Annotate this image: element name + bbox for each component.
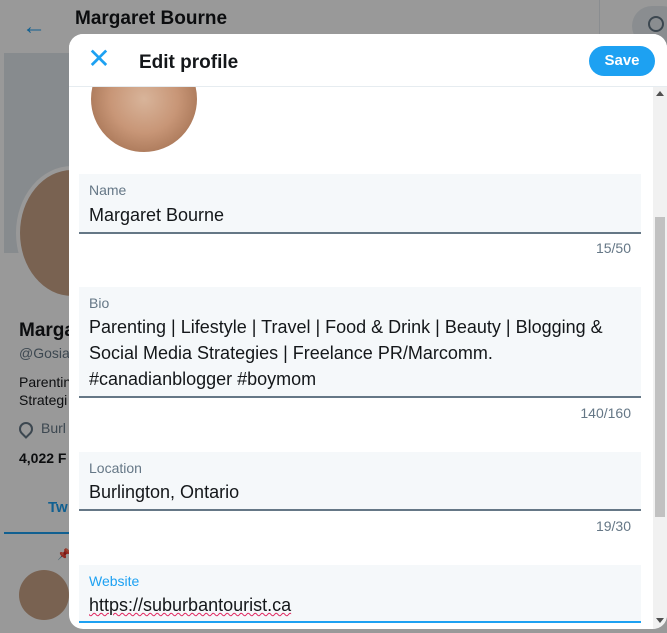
- scrollbar-thumb[interactable]: [655, 217, 665, 517]
- modal-body: Name Margaret Bourne 15/50 Bio Parenting…: [69, 87, 653, 629]
- bio-field[interactable]: Bio Parenting | Lifestyle | Travel | Foo…: [79, 287, 641, 398]
- scrollbar[interactable]: [653, 87, 667, 629]
- save-button[interactable]: Save: [589, 46, 655, 76]
- scroll-down-arrow-icon[interactable]: [656, 618, 664, 623]
- bio-label: Bio: [89, 295, 110, 311]
- location-input[interactable]: Burlington, Ontario: [89, 479, 239, 505]
- location-label: Location: [89, 460, 142, 476]
- website-field[interactable]: Website https://suburbantourist.ca: [79, 565, 641, 623]
- modal-header: ✕ Edit profile Save: [69, 34, 667, 87]
- name-field[interactable]: Name Margaret Bourne: [79, 174, 641, 234]
- scroll-up-arrow-icon[interactable]: [656, 91, 664, 96]
- name-input[interactable]: Margaret Bourne: [89, 202, 224, 228]
- website-input[interactable]: https://suburbantourist.ca: [89, 592, 291, 618]
- profile-avatar[interactable]: [88, 87, 200, 155]
- location-counter: 19/30: [595, 518, 631, 534]
- location-field[interactable]: Location Burlington, Ontario: [79, 452, 641, 511]
- bio-counter: 140/160: [580, 405, 631, 421]
- modal-title: Edit profile: [139, 52, 239, 73]
- name-label: Name: [89, 182, 127, 198]
- edit-profile-modal: ✕ Edit profile Save Name Margaret Bourne…: [69, 34, 667, 629]
- close-icon[interactable]: ✕: [85, 45, 113, 74]
- name-counter: 15/50: [595, 240, 631, 256]
- bio-input[interactable]: Parenting | Lifestyle | Travel | Food & …: [89, 314, 637, 392]
- website-label: Website: [89, 573, 140, 589]
